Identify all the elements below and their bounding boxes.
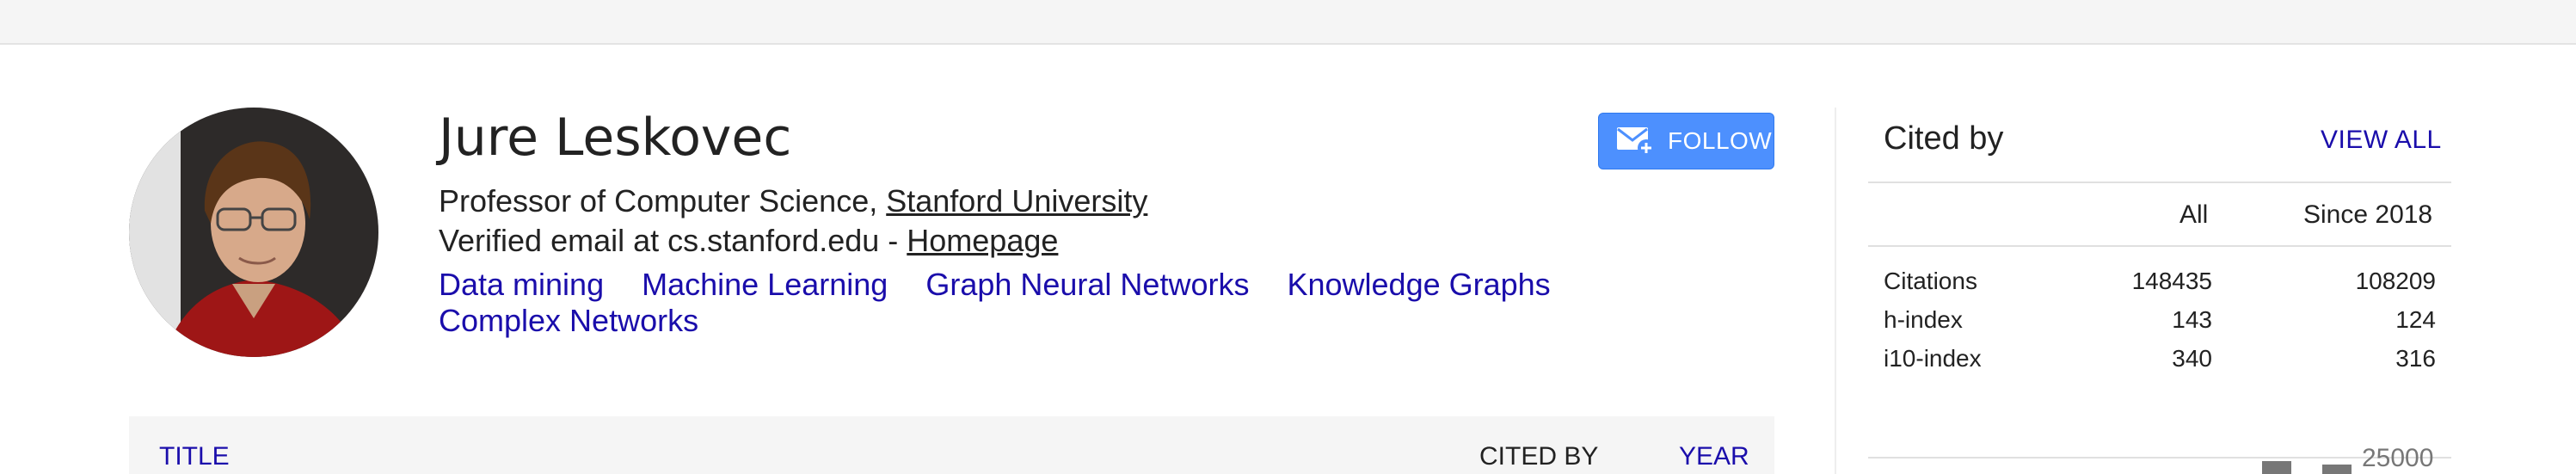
header-since-2018: Since 2018 — [2303, 200, 2433, 229]
interest-data-mining[interactable]: Data mining — [439, 267, 604, 302]
sort-by-title[interactable]: TITLE — [159, 442, 230, 471]
profile-photo — [129, 108, 378, 357]
i10-index-since: 316 — [2395, 345, 2436, 372]
view-all-link[interactable]: VIEW ALL — [2321, 126, 2442, 155]
divider — [1868, 245, 2451, 247]
articles-table-header: TITLE CITED BY YEAR — [129, 416, 1774, 474]
interest-graph-neural-networks[interactable]: Graph Neural Networks — [925, 267, 1249, 302]
h-index-label: h-index — [1884, 306, 1963, 333]
affiliation: Professor of Computer Science, Stanford … — [439, 181, 1147, 222]
divider — [1868, 182, 2451, 183]
h-index-since: 124 — [2395, 306, 2436, 333]
email-text: Verified email at cs.stanford.edu - — [439, 223, 907, 258]
verified-email: Verified email at cs.stanford.edu - Home… — [439, 220, 1058, 262]
follow-label: FOLLOW — [1668, 127, 1773, 154]
interest-machine-learning[interactable]: Machine Learning — [642, 267, 888, 302]
citations-all: 148435 — [2131, 268, 2212, 294]
chart-axis-label: 25000 — [2362, 444, 2434, 472]
cited-by-title: Cited by — [1884, 120, 2004, 157]
citations-label: Citations — [1884, 268, 1977, 294]
citations-since: 108209 — [2355, 268, 2436, 294]
i10-index-all: 340 — [2172, 345, 2212, 372]
interest-complex-networks[interactable]: Complex Networks — [439, 303, 698, 338]
profile-name: Jure Leskovec — [439, 108, 792, 168]
h-index-all: 143 — [2172, 306, 2212, 333]
i10-index-label: i10-index — [1884, 345, 1982, 372]
sort-by-year[interactable]: YEAR — [1679, 442, 1749, 471]
top-bar — [0, 0, 2576, 45]
column-divider — [1835, 108, 1836, 474]
affiliation-text: Professor of Computer Science, — [439, 183, 887, 219]
research-interests: Data mining Machine Learning Graph Neura… — [439, 267, 1608, 339]
citation-bar — [2262, 461, 2291, 474]
citation-bar — [2322, 465, 2352, 474]
cited-by-column-header: CITED BY — [1479, 442, 1599, 471]
profile-photo-image — [129, 108, 378, 357]
header-all: All — [2179, 200, 2209, 229]
affiliation-link[interactable]: Stanford University — [886, 183, 1147, 219]
mail-plus-icon — [1617, 127, 1655, 157]
follow-button[interactable]: FOLLOW — [1598, 113, 1774, 169]
interest-knowledge-graphs[interactable]: Knowledge Graphs — [1287, 267, 1550, 302]
homepage-link[interactable]: Homepage — [907, 223, 1058, 258]
